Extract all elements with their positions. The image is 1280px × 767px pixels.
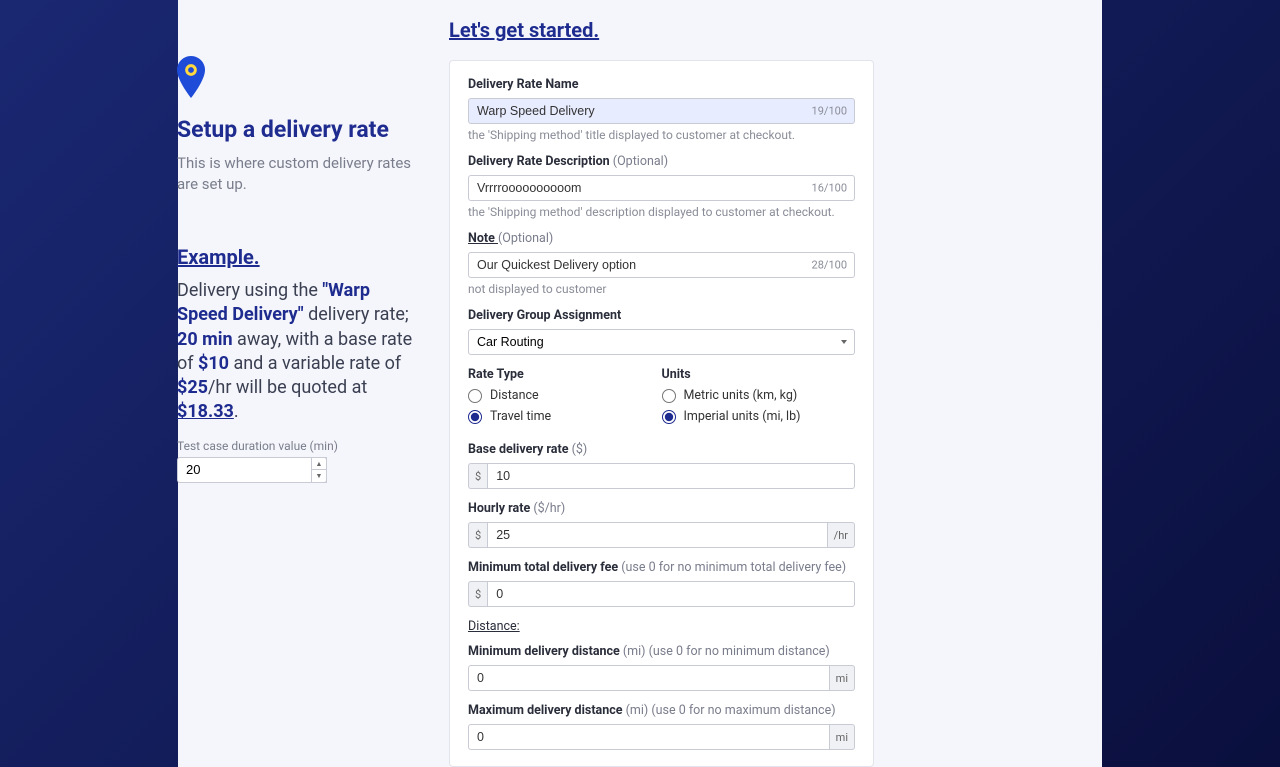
test-duration-input[interactable] [177, 457, 327, 483]
min-dist-input[interactable] [468, 665, 830, 691]
main-heading: Let's get started. [449, 18, 1102, 42]
group-label: Delivery Group Assignment [468, 308, 855, 323]
max-dist-label: Maximum delivery distance (mi) (use 0 fo… [468, 703, 855, 718]
radio-metric[interactable]: Metric units (km, kg) [662, 388, 856, 403]
hourly-rate-input[interactable] [487, 522, 827, 548]
max-dist-input[interactable] [468, 724, 830, 750]
name-input[interactable] [468, 98, 855, 124]
base-rate-label: Base delivery rate ($) [468, 442, 855, 457]
name-label: Delivery Rate Name [468, 77, 855, 92]
group-select[interactable]: Car Routing [468, 329, 855, 355]
setup-title: Setup a delivery rate [177, 116, 425, 143]
note-input[interactable] [468, 252, 855, 278]
example-heading: Example. [177, 245, 425, 269]
radio-travel-time[interactable]: Travel time [468, 409, 662, 424]
distance-subheading: Distance: [468, 619, 855, 634]
radio-imperial[interactable]: Imperial units (mi, lb) [662, 409, 856, 424]
desc-label: Delivery Rate Description (Optional) [468, 154, 855, 169]
number-spinner[interactable]: ▲▼ [311, 457, 327, 483]
currency-prefix: $ [468, 581, 487, 607]
hourly-rate-label: Hourly rate ($/hr) [468, 501, 855, 516]
units-label: Units [662, 367, 856, 382]
desc-input[interactable] [468, 175, 855, 201]
min-fee-input[interactable] [487, 581, 855, 607]
note-label: Note (Optional) [468, 231, 855, 246]
unit-suffix: mi [830, 665, 855, 691]
setup-desc: This is where custom delivery rates are … [177, 153, 425, 195]
note-counter: 28/100 [812, 259, 847, 272]
unit-suffix: mi [830, 724, 855, 750]
note-helper: not displayed to customer [468, 282, 855, 296]
desc-helper: the 'Shipping method' description displa… [468, 205, 855, 219]
base-rate-input[interactable] [487, 463, 855, 489]
min-fee-label: Minimum total delivery fee (use 0 for no… [468, 560, 855, 575]
example-text: Delivery using the "Warp Speed Delivery"… [177, 279, 425, 425]
name-counter: 19/100 [812, 105, 847, 118]
location-pin-icon [177, 56, 425, 102]
form-card: Delivery Rate Name 19/100 the 'Shipping … [449, 60, 874, 767]
min-dist-label: Minimum delivery distance (mi) (use 0 fo… [468, 644, 855, 659]
currency-prefix: $ [468, 463, 487, 489]
desc-counter: 16/100 [812, 182, 847, 195]
radio-distance[interactable]: Distance [468, 388, 662, 403]
test-duration-label: Test case duration value (min) [177, 439, 425, 453]
spinner-up-icon: ▲ [312, 457, 327, 470]
spinner-down-icon: ▼ [312, 469, 327, 483]
rate-type-label: Rate Type [468, 367, 662, 382]
name-helper: the 'Shipping method' title displayed to… [468, 128, 855, 142]
currency-prefix: $ [468, 522, 487, 548]
rate-suffix: /hr [828, 522, 855, 548]
